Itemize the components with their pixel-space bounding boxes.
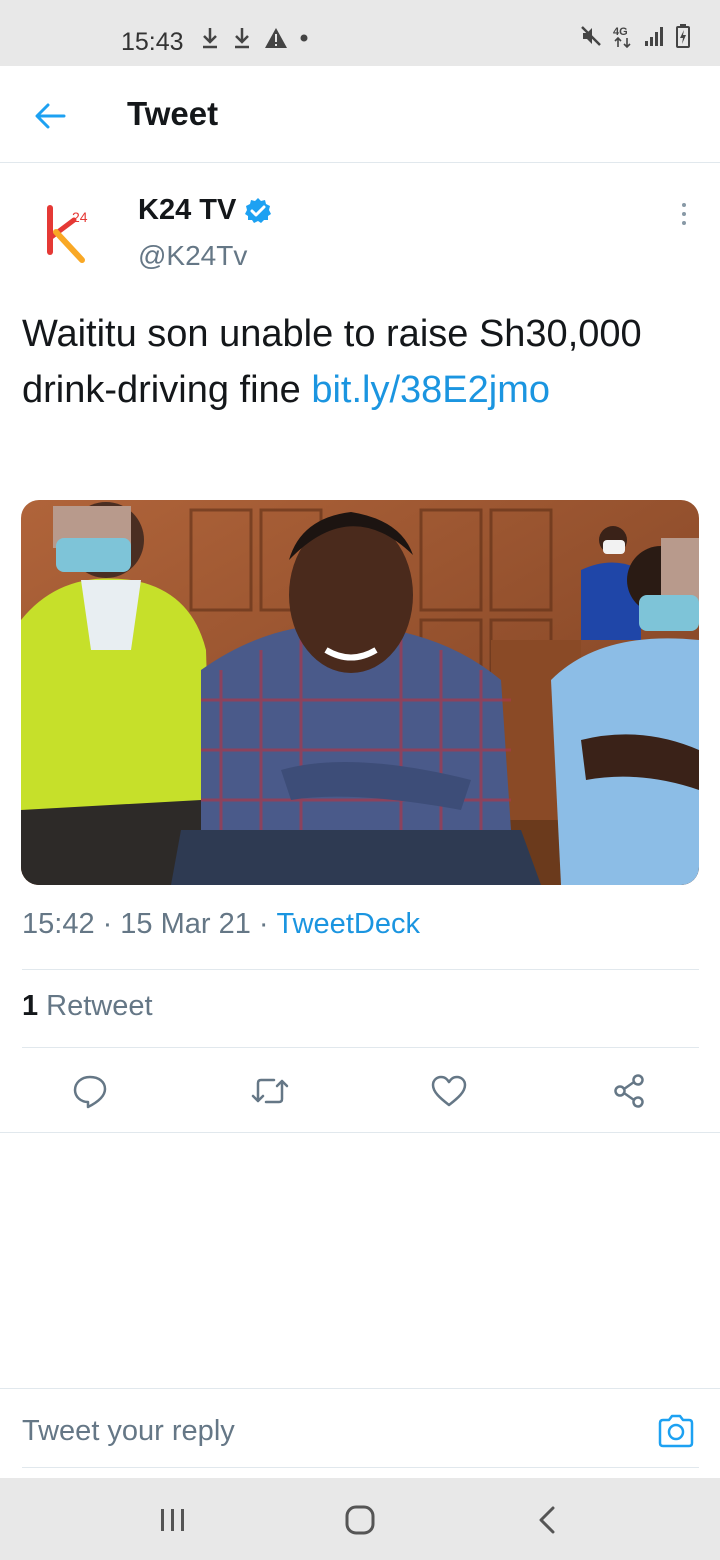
tweet-link[interactable]: bit.ly/38E2jmo: [311, 369, 550, 411]
app-header: Tweet: [0, 66, 720, 163]
tweet-source[interactable]: TweetDeck: [277, 908, 420, 941]
author-name-row: K24 TV: [138, 194, 272, 227]
retweet-button[interactable]: [245, 1066, 295, 1116]
status-time: 15:43: [121, 28, 184, 56]
back-icon: [539, 1506, 555, 1534]
dot-icon: [682, 221, 686, 225]
system-icons: 4G: [580, 24, 690, 48]
divider: [22, 969, 699, 970]
mute-icon: [581, 26, 601, 46]
page-title: Tweet: [127, 95, 219, 132]
meta-separator: ·: [102, 908, 113, 940]
share-icon: [614, 1074, 644, 1108]
more-options-button[interactable]: [668, 196, 700, 232]
arrow-left-icon: [35, 103, 66, 129]
avatar[interactable]: 24: [22, 188, 114, 280]
back-button[interactable]: [28, 94, 72, 138]
recent-apps-icon: [161, 1509, 184, 1531]
signal-icon: [645, 27, 663, 46]
battery-icon: [676, 24, 690, 48]
share-button[interactable]: [604, 1066, 654, 1116]
reply-underline: [22, 1467, 699, 1468]
retweet-count: 1: [22, 990, 39, 1022]
home-button[interactable]: [335, 1498, 385, 1542]
courtroom-photo: [21, 500, 699, 885]
retweet-icon: [251, 1078, 289, 1104]
camera-button[interactable]: [656, 1413, 700, 1453]
meta-separator: ·: [258, 908, 269, 940]
reply-icon: [73, 1075, 107, 1109]
divider: [0, 1132, 720, 1133]
retweet-label: Retweet: [46, 990, 153, 1022]
status-bar: 15:43 4G: [0, 0, 720, 66]
camera-icon: [658, 1414, 694, 1448]
retweet-stats[interactable]: 1 Retweet: [22, 990, 153, 1023]
download-icon: [203, 28, 217, 49]
divider: [22, 1047, 699, 1048]
dot-icon: [300, 34, 308, 42]
like-button[interactable]: [424, 1066, 474, 1116]
svg-text:24: 24: [72, 209, 88, 225]
warning-icon: [265, 28, 287, 48]
back-nav-button[interactable]: [522, 1498, 572, 1542]
notification-icons: [200, 26, 308, 50]
reply-button[interactable]: [65, 1066, 115, 1116]
tweet-time: 15:42: [22, 908, 95, 940]
tweet-photo[interactable]: [21, 500, 699, 885]
recent-apps-button[interactable]: [148, 1498, 198, 1542]
tweet-actions: [0, 1066, 720, 1116]
author-handle[interactable]: @K24Tv: [138, 240, 247, 272]
download-icon: [235, 28, 249, 49]
verified-badge-icon: [245, 197, 272, 223]
reply-input[interactable]: Tweet your reply: [22, 1415, 235, 1448]
tweet-date: 15 Mar 21: [120, 908, 251, 940]
home-icon: [345, 1505, 375, 1535]
author-name[interactable]: K24 TV: [138, 194, 236, 227]
reply-bar: Tweet your reply: [0, 1388, 720, 1478]
tweet-text: Waititu son unable to raise Sh30,000 dri…: [22, 306, 702, 418]
4g-icon: 4G: [613, 26, 631, 48]
like-icon: [431, 1075, 467, 1107]
system-nav-bar: [0, 1478, 720, 1560]
dot-icon: [682, 203, 686, 207]
svg-text:4G: 4G: [613, 26, 628, 38]
tweet-meta: 15:42 · 15 Mar 21 · TweetDeck: [22, 908, 420, 941]
dot-icon: [682, 212, 686, 216]
k24-logo: 24: [47, 205, 88, 263]
